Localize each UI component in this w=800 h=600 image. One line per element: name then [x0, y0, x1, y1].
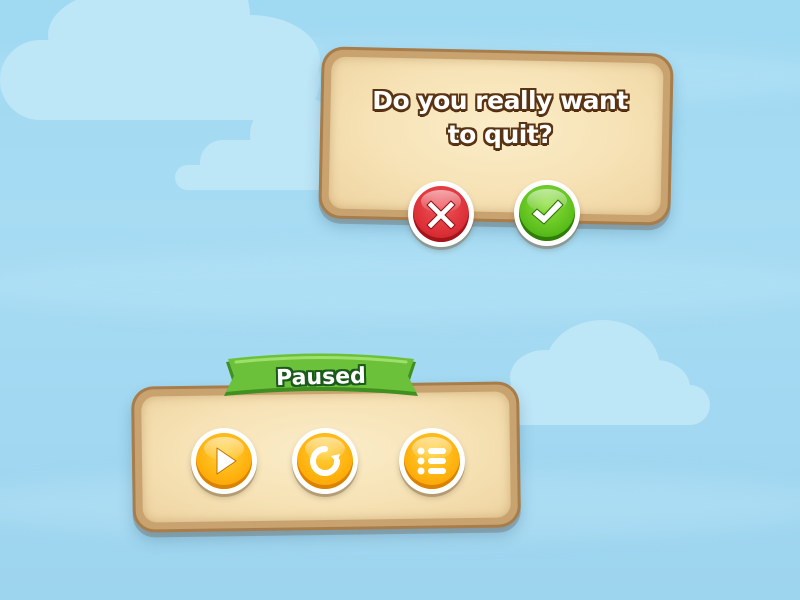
menu-list-icon — [417, 447, 446, 475]
paused-title: Paused — [275, 363, 367, 392]
confirm-quit-button[interactable] — [514, 180, 580, 246]
resume-button[interactable] — [191, 428, 257, 494]
restart-button[interactable] — [292, 428, 358, 494]
cancel-quit-button[interactable] — [408, 181, 474, 247]
x-icon — [426, 200, 456, 230]
check-icon — [531, 199, 564, 225]
quit-message-line-2: to quit? — [447, 120, 553, 149]
quit-message-line-1: Do you really want — [372, 86, 628, 115]
level-menu-button[interactable] — [399, 428, 465, 494]
play-icon — [216, 447, 237, 475]
quit-dialog-message: Do you really want to quit? — [330, 84, 670, 152]
sky-band — [0, 250, 800, 320]
restart-icon — [310, 446, 340, 476]
